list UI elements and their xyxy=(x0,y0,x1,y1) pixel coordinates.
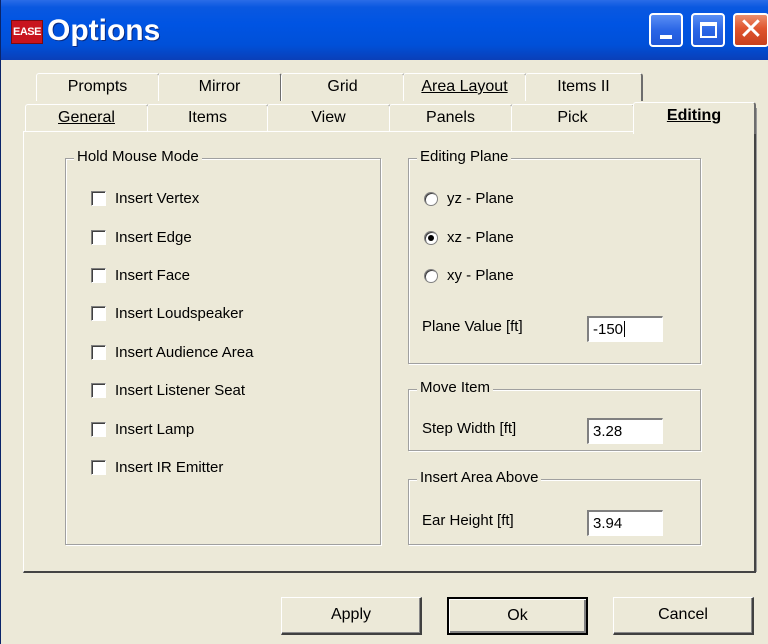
tab-items[interactable]: Items xyxy=(147,104,269,132)
insert-vertex-checkbox[interactable] xyxy=(91,191,106,206)
apply-button[interactable]: Apply xyxy=(281,597,422,635)
xz-plane-radio-row[interactable]: xz - Plane xyxy=(424,229,514,246)
text-caret xyxy=(624,321,626,337)
insert-face-checkbox-row[interactable]: Insert Face xyxy=(91,267,190,284)
ear-height-label: Ear Height [ft] xyxy=(422,512,514,529)
xy-plane-radio[interactable] xyxy=(424,268,438,283)
tab-label: Prompts xyxy=(67,78,128,95)
yz-plane-radio[interactable] xyxy=(424,191,438,206)
radio-label: yz - Plane xyxy=(447,190,514,207)
tab-label: Area Layout xyxy=(421,78,508,95)
title-bar[interactable]: EASE Options ✕ xyxy=(1,0,768,60)
step-width-text: 3.28 xyxy=(593,423,623,440)
tab-strip-edge xyxy=(756,108,768,572)
tab-label: Items xyxy=(187,109,228,126)
close-button[interactable]: ✕ xyxy=(733,12,768,47)
step-width-input[interactable]: 3.28 xyxy=(587,418,663,444)
ear-height-text: 3.94 xyxy=(593,515,623,532)
tab-items-ii[interactable]: Items II xyxy=(525,73,643,101)
window-title: Options xyxy=(47,14,161,47)
tab-label: Mirror xyxy=(198,78,241,95)
step-width-label: Step Width [ft] xyxy=(422,420,517,437)
tab-label: General xyxy=(58,109,115,126)
insert-ir-emitter-checkbox-row[interactable]: Insert IR Emitter xyxy=(91,459,223,476)
xz-plane-radio[interactable] xyxy=(424,230,438,245)
insert-face-checkbox[interactable] xyxy=(91,268,106,283)
insert-listener-seat-checkbox-row[interactable]: Insert Listener Seat xyxy=(91,382,245,399)
insert-loudspeaker-checkbox[interactable] xyxy=(91,306,106,321)
tab-general[interactable]: General xyxy=(25,104,149,132)
maximize-icon xyxy=(700,22,717,38)
insert-lamp-checkbox[interactable] xyxy=(91,422,106,437)
checkbox-label: Insert Edge xyxy=(115,229,192,246)
checkbox-label: Insert Lamp xyxy=(115,421,195,438)
tab-pick[interactable]: Pick xyxy=(511,104,635,132)
insert-area-above-title: Insert Area Above xyxy=(417,469,542,486)
close-icon: ✕ xyxy=(738,12,764,47)
insert-lamp-checkbox-row[interactable]: Insert Lamp xyxy=(91,421,194,438)
plane-value-label: Plane Value [ft] xyxy=(422,318,523,335)
checkbox-label: Insert IR Emitter xyxy=(115,459,224,476)
checkbox-label: Insert Loudspeaker xyxy=(115,305,244,322)
cancel-button[interactable]: Cancel xyxy=(613,597,754,635)
options-dialog: EASE Options ✕ Prompts Mirror Grid Area … xyxy=(0,0,768,644)
ok-button[interactable]: Ok xyxy=(447,597,588,635)
insert-listener-seat-checkbox[interactable] xyxy=(91,383,106,398)
tab-view[interactable]: View xyxy=(267,104,391,132)
tab-mirror[interactable]: Mirror xyxy=(158,73,282,101)
minimize-icon xyxy=(660,35,672,39)
tab-label: View xyxy=(311,109,346,126)
insert-audience-area-checkbox[interactable] xyxy=(91,345,106,360)
yz-plane-radio-row[interactable]: yz - Plane xyxy=(424,190,514,207)
tab-label: Grid xyxy=(327,78,358,95)
tab-label: Editing xyxy=(666,107,722,124)
hold-mouse-mode-title: Hold Mouse Mode xyxy=(74,148,202,165)
insert-edge-checkbox-row[interactable]: Insert Edge xyxy=(91,229,192,246)
tab-panels[interactable]: Panels xyxy=(389,104,513,132)
app-logo-icon: EASE xyxy=(11,20,43,44)
tab-label: Items II xyxy=(557,78,610,95)
move-item-title: Move Item xyxy=(417,379,494,396)
checkbox-label: Insert Audience Area xyxy=(115,344,254,361)
plane-value-text: -150 xyxy=(593,321,624,338)
tab-grid[interactable]: Grid xyxy=(281,73,405,101)
tab-prompts[interactable]: Prompts xyxy=(36,73,160,101)
insert-vertex-checkbox-row[interactable]: Insert Vertex xyxy=(91,190,199,207)
tab-label: Panels xyxy=(426,109,475,126)
tab-label: Pick xyxy=(557,109,588,126)
insert-audience-area-checkbox-row[interactable]: Insert Audience Area xyxy=(91,344,253,361)
ear-height-input[interactable]: 3.94 xyxy=(587,510,663,536)
editing-plane-title: Editing Plane xyxy=(417,148,512,165)
tab-area-layout[interactable]: Area Layout xyxy=(403,73,527,101)
xy-plane-radio-row[interactable]: xy - Plane xyxy=(424,267,514,284)
minimize-button[interactable] xyxy=(649,13,683,47)
insert-loudspeaker-checkbox-row[interactable]: Insert Loudspeaker xyxy=(91,305,243,322)
insert-ir-emitter-checkbox[interactable] xyxy=(91,460,106,475)
plane-value-input[interactable]: -150 xyxy=(587,316,663,342)
checkbox-label: Insert Listener Seat xyxy=(115,382,246,399)
checkbox-label: Insert Face xyxy=(115,267,191,284)
checkbox-label: Insert Vertex xyxy=(115,190,200,207)
radio-label: xy - Plane xyxy=(447,267,514,284)
radio-label: xz - Plane xyxy=(447,229,514,246)
tab-editing[interactable]: Editing xyxy=(633,102,756,134)
maximize-button[interactable] xyxy=(691,13,725,47)
insert-edge-checkbox[interactable] xyxy=(91,230,106,245)
